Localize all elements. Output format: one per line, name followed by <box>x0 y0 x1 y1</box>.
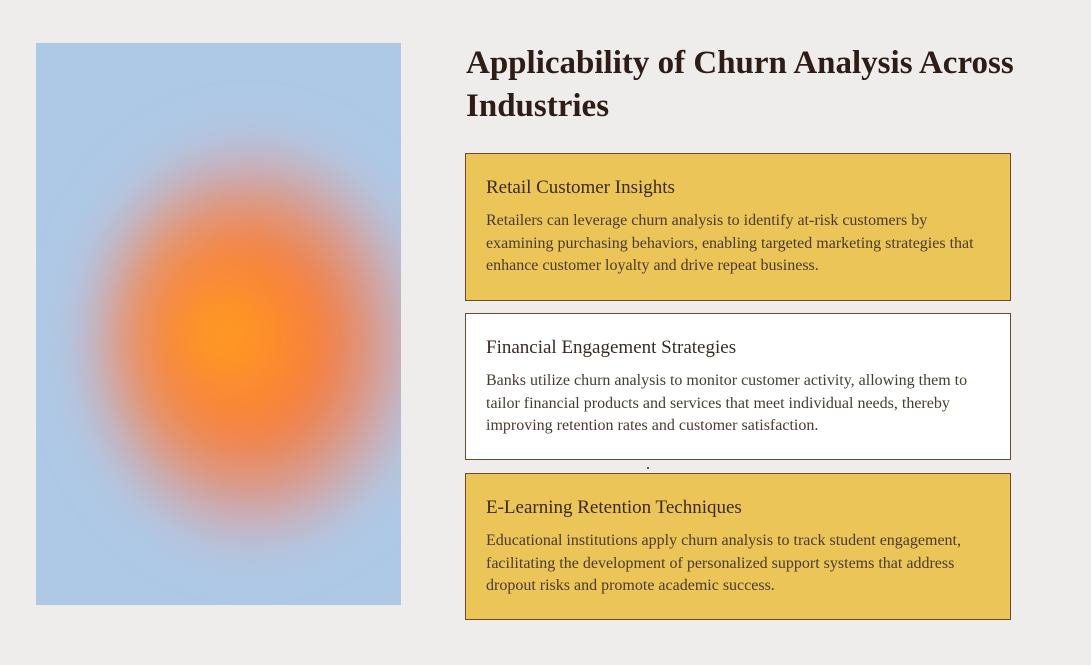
card-financial: Financial Engagement Strategies Banks ut… <box>465 313 1011 460</box>
card-heading: Retail Customer Insights <box>486 177 675 198</box>
card-body: Banks utilize churn analysis to monitor … <box>486 372 968 434</box>
card-heading: Financial Engagement Strategies <box>486 337 737 358</box>
card-retail: Retail Customer Insights Retailers can l… <box>465 153 1011 301</box>
gradient-blob-svg <box>36 43 401 605</box>
card-body: Retailers can leverage churn analysis to… <box>486 212 974 274</box>
card-body: Educational institutions apply churn ana… <box>486 532 961 594</box>
card-heading: E-Learning Retention Techniques <box>486 497 742 518</box>
gradient-blob-image <box>36 43 401 605</box>
stray-dot <box>647 467 649 469</box>
card-elearning: E-Learning Retention Techniques Educatio… <box>465 473 1011 620</box>
page-title: Applicability of Churn Analysis Across I… <box>466 45 1014 124</box>
